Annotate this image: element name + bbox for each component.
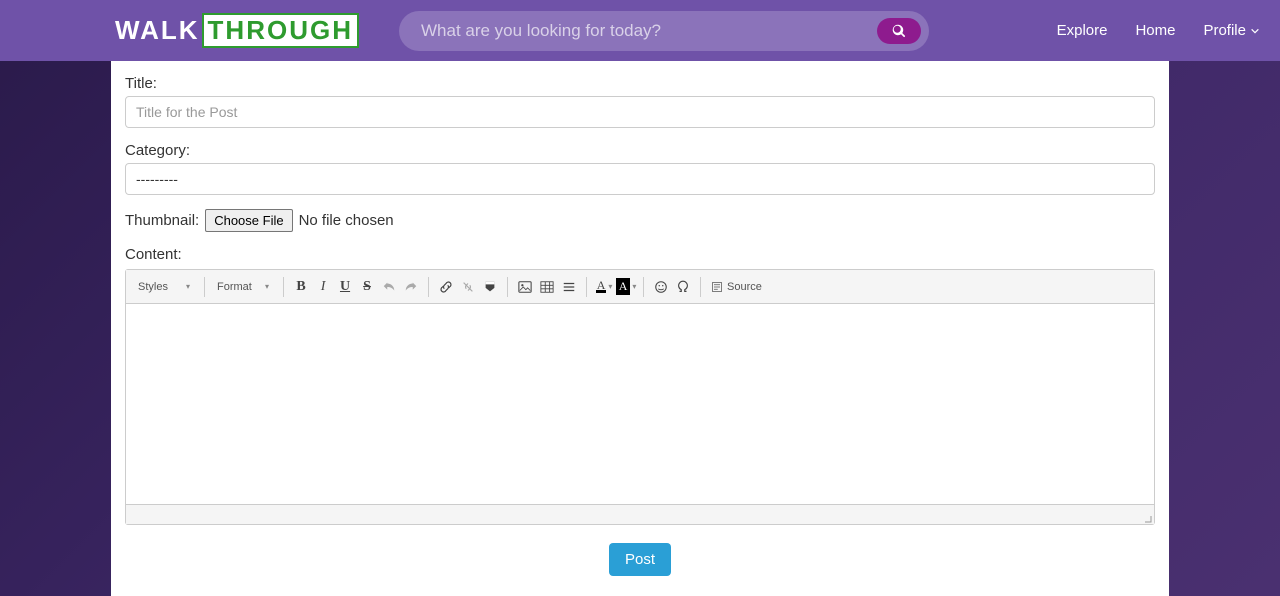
separator (283, 277, 284, 297)
title-label: Title: (125, 75, 1155, 92)
anchor-button[interactable] (479, 276, 501, 298)
form-panel: Title: Category: --------- Thumbnail: Ch… (111, 61, 1169, 596)
chevron-down-icon (1250, 26, 1260, 36)
submit-row: Post (125, 543, 1155, 576)
nav-links: Explore Home Profile (1057, 22, 1260, 39)
special-char-button[interactable] (672, 276, 694, 298)
editor-content-area[interactable] (126, 304, 1154, 504)
redo-button[interactable] (400, 276, 422, 298)
logo[interactable]: WALK THROUGH (115, 13, 359, 48)
table-button[interactable] (536, 276, 558, 298)
separator (507, 277, 508, 297)
search-input[interactable] (399, 11, 929, 51)
separator (700, 277, 701, 297)
image-button[interactable] (514, 276, 536, 298)
hr-button[interactable] (558, 276, 580, 298)
source-label: Source (727, 281, 762, 293)
thumbnail-label: Thumbnail: (125, 212, 199, 229)
nav-home[interactable]: Home (1135, 22, 1175, 39)
italic-button[interactable]: I (312, 276, 334, 298)
source-icon (711, 281, 723, 293)
link-button[interactable] (435, 276, 457, 298)
file-status: No file chosen (299, 212, 394, 229)
logo-text-walk: WALK (115, 15, 200, 46)
nav-profile[interactable]: Profile (1203, 22, 1260, 39)
content-label: Content: (125, 246, 1155, 263)
editor-footer (126, 504, 1154, 524)
source-button[interactable]: Source (707, 281, 766, 293)
underline-button[interactable]: U (334, 276, 356, 298)
thumbnail-row: Thumbnail: Choose File No file chosen (125, 209, 1155, 232)
text-color-button[interactable]: A▾ (593, 276, 615, 298)
resize-handle[interactable] (1140, 510, 1152, 522)
nav-explore[interactable]: Explore (1057, 22, 1108, 39)
separator (204, 277, 205, 297)
editor-toolbar: Styles▾ Format▾ B I U S (126, 270, 1154, 304)
category-label: Category: (125, 142, 1155, 159)
strike-button[interactable]: S (356, 276, 378, 298)
choose-file-button[interactable]: Choose File (205, 209, 292, 232)
rich-text-editor: Styles▾ Format▾ B I U S (125, 269, 1155, 525)
smiley-button[interactable] (650, 276, 672, 298)
search-icon (892, 24, 906, 38)
separator (428, 277, 429, 297)
separator (643, 277, 644, 297)
logo-text-through: THROUGH (202, 13, 359, 48)
undo-button[interactable] (378, 276, 400, 298)
title-input[interactable] (125, 96, 1155, 128)
format-dropdown[interactable]: Format (211, 279, 279, 295)
post-button[interactable]: Post (609, 543, 671, 576)
unlink-button[interactable] (457, 276, 479, 298)
search-button[interactable] (877, 18, 921, 44)
bg-color-button[interactable]: A▾ (615, 276, 637, 298)
separator (586, 277, 587, 297)
category-select[interactable]: --------- (125, 163, 1155, 195)
top-navbar: WALK THROUGH Explore Home Profile (0, 0, 1280, 61)
styles-dropdown[interactable]: Styles (132, 279, 200, 295)
bold-button[interactable]: B (290, 276, 312, 298)
search-container (399, 11, 929, 51)
nav-profile-label: Profile (1203, 22, 1246, 39)
